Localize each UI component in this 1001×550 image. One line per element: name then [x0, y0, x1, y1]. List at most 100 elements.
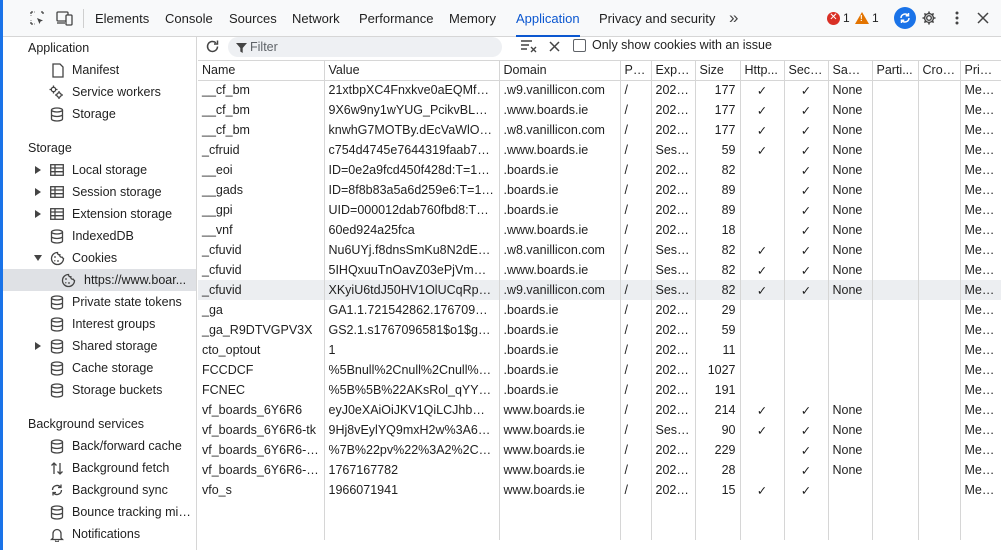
- table-row[interactable]: FCCDCF %5Bnull%2Cnull%2Cnull%2C... .boards…: [198, 360, 1001, 380]
- sidebar-item-notifications[interactable]: Notifications: [3, 523, 196, 545]
- cookie-domain-cell: www.boards.ie: [499, 400, 621, 420]
- sidebar-item-background-fetch[interactable]: Background fetch: [3, 457, 196, 479]
- sidebar-item-manifest[interactable]: Manifest: [3, 59, 196, 81]
- tab-application[interactable]: Application: [516, 0, 580, 37]
- sidebar-item-storage[interactable]: Storage: [3, 103, 196, 125]
- empty-cell: [499, 520, 621, 540]
- table-row[interactable]: __cf_bm 21xtbpXC4Fnxkve0aEQMfCX_... .w9.va…: [198, 80, 1001, 100]
- close-icon[interactable]: [973, 8, 993, 28]
- more-options-icon[interactable]: [947, 8, 967, 28]
- column-header-cross-site[interactable]: Cros...: [918, 61, 961, 81]
- device-toolbar-icon[interactable]: [55, 8, 75, 28]
- column-header-name[interactable]: Name: [198, 61, 325, 81]
- table-row[interactable]: __gpi UID=000012dab760fbd8:T=1... .boards.…: [198, 200, 1001, 220]
- sidebar-item-indexeddb[interactable]: IndexedDB: [3, 225, 196, 247]
- cookie-secure-cell: ✓: [784, 80, 829, 100]
- table-row[interactable]: __gads ID=8f8b83a5a6d259e6:T=17... .boards…: [198, 180, 1001, 200]
- column-header-path[interactable]: Pa...: [620, 61, 652, 81]
- table-row[interactable]: __eoi ID=0e2a9fcd450f428d:T=176... .boards…: [198, 160, 1001, 180]
- expand-arrow-icon[interactable]: [33, 209, 43, 219]
- error-count-badge[interactable]: ✕ 1: [827, 10, 850, 26]
- cookie-path-cell: /: [620, 100, 652, 120]
- sync-settings-icon[interactable]: [894, 7, 916, 29]
- table-row[interactable]: _cfuvid XKyiU6tdJ50HV1OlUCqRpBPF... .w9.va…: [198, 280, 1001, 300]
- table-row[interactable]: vf_boards_6Y6R6 eyJ0eXAiOiJKV1QiLCJhbGciO…: [198, 400, 1001, 420]
- sidebar-item-shared-storage[interactable]: Shared storage: [3, 335, 196, 357]
- expand-arrow-icon[interactable]: [33, 341, 43, 351]
- cookie-secure-cell: ✓: [784, 240, 829, 260]
- cookie-size-cell: 191: [695, 380, 741, 400]
- filter-input[interactable]: [250, 38, 494, 56]
- sidebar-item-cache-storage[interactable]: Cache storage: [3, 357, 196, 379]
- sidebar-item-interest-groups[interactable]: Interest groups: [3, 313, 196, 335]
- sidebar-item-storage-buckets[interactable]: Storage buckets: [3, 379, 196, 401]
- cookie-name-cell: _cfruid: [198, 140, 325, 160]
- table-row[interactable]: _cfruid c754d4745e7644319faab71bf... .www.…: [198, 140, 1001, 160]
- collapse-arrow-icon[interactable]: [33, 253, 43, 263]
- column-header-partition-key[interactable]: Parti...: [872, 61, 919, 81]
- sidebar-item-cookies[interactable]: Cookies: [3, 247, 196, 269]
- cookie-samesite-cell: None: [828, 420, 873, 440]
- cookie-samesite-cell: None: [828, 220, 873, 240]
- cookie-httponly-cell: [740, 320, 785, 340]
- table-row[interactable]: _ga GA1.1.721542862.1767096581 .boards.ie /…: [198, 300, 1001, 320]
- table-row[interactable]: cto_optout 1 .boards.ie/2027... 11 Med...: [198, 340, 1001, 360]
- sidebar-item-private-state-tokens[interactable]: Private state tokens: [3, 291, 196, 313]
- expand-arrow-icon[interactable]: [33, 187, 43, 197]
- table-row[interactable]: vf_boards_6Y6R6-vA %7B%22pv%22%3A2%2C%2..…: [198, 440, 1001, 460]
- column-header-domain[interactable]: Domain: [499, 61, 621, 81]
- tab-sources[interactable]: Sources: [229, 0, 277, 37]
- cookie-partition-key-cell: [872, 200, 919, 220]
- gear-icon[interactable]: [919, 8, 939, 28]
- tab-performance[interactable]: Performance: [359, 0, 433, 37]
- sidebar-item-background-sync[interactable]: Background sync: [3, 479, 196, 501]
- sidebar-item-session-storage[interactable]: Session storage: [3, 181, 196, 203]
- tab-elements[interactable]: Elements: [95, 0, 149, 37]
- table-row[interactable]: _cfuvid 5IHQxuuTnOavZ03ePjVmGXv... .www.bo…: [198, 260, 1001, 280]
- table-row[interactable]: vf_boards_6Y6R6-tk 9Hj8vEylYQ9mxH2w%3A624…: [198, 420, 1001, 440]
- table-row[interactable]: _ga_R9DTVGPV3X GS2.1.s1767096581$o1$g1$t.…: [198, 320, 1001, 340]
- sidebar-item-local-storage[interactable]: Local storage: [3, 159, 196, 181]
- up-down-arrows-icon: [49, 460, 65, 476]
- table-row[interactable]: _cfuvid Nu6UYj.f8dnsSmKu8N2dEaln... .w8.va…: [198, 240, 1001, 260]
- sidebar-item-back-forward-cache[interactable]: Back/forward cache: [3, 435, 196, 457]
- bell-icon: [49, 526, 65, 542]
- cookie-value-cell: knwhG7MOTBy.dEcVaWlOPh...: [324, 120, 500, 140]
- column-header-value[interactable]: Value: [324, 61, 500, 81]
- table-row[interactable]: FCNEC %5B%5B%22AKsRol_qYYbD0... .boards.ie…: [198, 380, 1001, 400]
- cookie-expires-cell: 2026...: [651, 220, 696, 240]
- cookie-secure-cell: [784, 340, 829, 360]
- sidebar-item-extension-storage[interactable]: Extension storage: [3, 203, 196, 225]
- refresh-icon[interactable]: [202, 36, 222, 56]
- table-row[interactable]: vfo_s 1966071941 www.boards.ie/2026... 15 ✓ ✓…: [198, 480, 1001, 500]
- column-header-httponly[interactable]: Http...: [740, 61, 785, 81]
- empty-cell: [651, 520, 696, 540]
- tab-console[interactable]: Console: [165, 0, 213, 37]
- table-row[interactable]: vf_boards_6Y6R6-Vv 1767167782 www.boards.i…: [198, 460, 1001, 480]
- expand-arrow-icon[interactable]: [33, 165, 43, 175]
- sidebar-item-cookie-origin[interactable]: https://www.boar...: [3, 269, 196, 291]
- inspect-element-icon[interactable]: [27, 8, 47, 28]
- cookie-secure-cell: ✓: [784, 280, 829, 300]
- warning-count-badge[interactable]: ! 1: [855, 10, 879, 26]
- only-issues-checkbox[interactable]: [573, 39, 586, 52]
- tab-memory[interactable]: Memory: [449, 0, 496, 37]
- cookie-domain-cell: .w8.vanillicon.com: [499, 240, 621, 260]
- tab-privacy-and-security[interactable]: Privacy and security: [599, 0, 715, 37]
- more-tabs-chevron-icon[interactable]: »: [729, 0, 738, 37]
- delete-selected-icon[interactable]: [544, 36, 564, 56]
- column-header-expires[interactable]: Expir...: [651, 61, 696, 81]
- clear-filtered-cookies-icon[interactable]: [518, 36, 538, 56]
- sidebar-item-service-workers[interactable]: Service workers: [3, 81, 196, 103]
- database-icon: [49, 438, 65, 454]
- cookie-size-cell: 229: [695, 440, 741, 460]
- column-header-priority[interactable]: Prior...: [960, 61, 1001, 81]
- table-row[interactable]: __vnf 60ed924a25fca .www.boards.ie/2026...…: [198, 220, 1001, 240]
- table-row[interactable]: __cf_bm 9X6w9ny1wYUG_PcikvBLpJFy... .www.b…: [198, 100, 1001, 120]
- table-row[interactable]: __cf_bm knwhG7MOTBy.dEcVaWlOPh... .w8.vani…: [198, 120, 1001, 140]
- column-header-size[interactable]: Size: [695, 61, 741, 81]
- column-header-secure[interactable]: Secure: [784, 61, 829, 81]
- column-header-samesite[interactable]: Sam...: [828, 61, 873, 81]
- tab-network[interactable]: Network: [292, 0, 340, 37]
- sidebar-item-bounce-tracking[interactable]: Bounce tracking mit...: [3, 501, 196, 523]
